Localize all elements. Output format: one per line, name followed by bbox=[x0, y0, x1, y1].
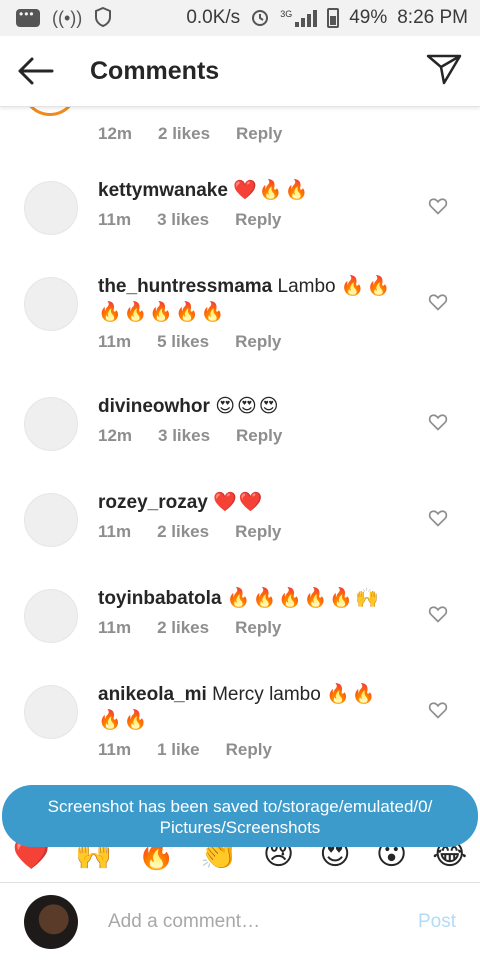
comment-emoji: 🔥🔥 bbox=[326, 684, 378, 705]
reply-button[interactable]: Reply bbox=[226, 740, 272, 760]
reply-button[interactable]: Reply bbox=[236, 426, 282, 446]
comment-likes[interactable]: 2 likes bbox=[157, 522, 209, 542]
reply-button[interactable]: Reply bbox=[235, 332, 281, 352]
comment-username[interactable]: divineowhor bbox=[98, 396, 210, 417]
toast-line-2: Pictures/Screenshots bbox=[159, 818, 321, 837]
toast-line-1: Screenshot has been saved to/storage/emu… bbox=[47, 797, 433, 816]
like-heart-icon[interactable] bbox=[428, 196, 448, 216]
paper-plane-icon bbox=[426, 54, 462, 84]
comment-username[interactable]: anikeola_mi bbox=[98, 684, 207, 705]
app-header: Comments bbox=[0, 36, 480, 107]
comment-time: 12m bbox=[98, 426, 133, 445]
back-arrow-icon bbox=[18, 57, 54, 85]
comment-likes[interactable]: 1 like bbox=[157, 740, 200, 760]
comment-username[interactable]: the_huntressmama bbox=[98, 276, 272, 297]
comment-emoji: ❤️❤️ bbox=[213, 492, 265, 513]
comment-emoji-line: 🔥🔥 bbox=[98, 710, 150, 731]
avatar[interactable] bbox=[24, 397, 78, 451]
avatar[interactable] bbox=[24, 589, 78, 643]
like-heart-icon[interactable] bbox=[428, 604, 448, 624]
screenshot-toast: Screenshot has been saved to/storage/emu… bbox=[2, 785, 478, 847]
comment-meta: 11m 1 like Reply bbox=[98, 740, 410, 760]
comment-time: 11m bbox=[98, 210, 132, 229]
reply-button[interactable]: Reply bbox=[235, 618, 281, 638]
comment-likes[interactable]: 2 likes bbox=[157, 618, 209, 638]
comment-meta: 12m 2 likes Reply bbox=[98, 124, 282, 144]
comment-composer: Add a comment… Post bbox=[0, 884, 480, 960]
comment-meta: 11m 2 likes Reply bbox=[98, 618, 410, 638]
comment-text: Mercy lambo bbox=[212, 684, 321, 705]
like-heart-icon[interactable] bbox=[428, 700, 448, 720]
comment-emoji: 🔥🔥 bbox=[340, 276, 393, 297]
reply-button[interactable]: Reply bbox=[235, 210, 281, 230]
like-heart-icon[interactable] bbox=[428, 508, 448, 528]
comment-likes[interactable]: 3 likes bbox=[158, 426, 210, 446]
page-title: Comments bbox=[90, 56, 220, 85]
comment-username[interactable]: rozey_rozay bbox=[98, 492, 208, 513]
comment-meta: 12m 3 likes Reply bbox=[98, 426, 410, 446]
comment-time: 11m bbox=[98, 522, 132, 541]
comment-likes[interactable]: 3 likes bbox=[157, 210, 209, 230]
comment-likes[interactable]: 5 likes bbox=[157, 332, 209, 352]
share-button[interactable] bbox=[426, 53, 480, 90]
comment-input[interactable]: Add a comment… bbox=[108, 911, 418, 933]
avatar[interactable] bbox=[24, 493, 78, 547]
reply-button[interactable]: Reply bbox=[235, 522, 281, 542]
like-heart-icon[interactable] bbox=[428, 412, 448, 432]
reply-button[interactable]: Reply bbox=[236, 124, 282, 144]
back-button[interactable] bbox=[0, 56, 90, 86]
comment-username[interactable]: kettymwanake bbox=[98, 180, 228, 201]
avatar[interactable] bbox=[24, 277, 78, 331]
comment-emoji: ❤️🔥🔥 bbox=[233, 180, 311, 201]
comment-emoji: 🔥🔥🔥🔥🔥🙌 bbox=[226, 588, 381, 609]
avatar[interactable] bbox=[24, 685, 78, 739]
post-button[interactable]: Post bbox=[418, 911, 456, 933]
avatar[interactable] bbox=[24, 181, 78, 235]
comment-time: 11m bbox=[98, 618, 132, 637]
comment-username[interactable]: toyinbabatola bbox=[98, 588, 222, 609]
comment-meta: 11m 2 likes Reply bbox=[98, 522, 410, 542]
comment-meta: 11m 5 likes Reply bbox=[98, 332, 410, 352]
like-heart-icon[interactable] bbox=[428, 292, 448, 312]
comment-time: 11m bbox=[98, 740, 132, 759]
comment-emoji: 😍😍😍 bbox=[215, 396, 281, 417]
comment-time: 12m bbox=[98, 124, 133, 143]
comment-likes[interactable]: 2 likes bbox=[158, 124, 210, 144]
comment-time: 11m bbox=[98, 332, 132, 351]
user-avatar bbox=[24, 895, 78, 949]
comment-text: Lambo bbox=[277, 276, 336, 297]
comment-meta: 11m 3 likes Reply bbox=[98, 210, 410, 230]
comment-emoji-line: 🔥🔥🔥🔥🔥 bbox=[98, 302, 227, 323]
